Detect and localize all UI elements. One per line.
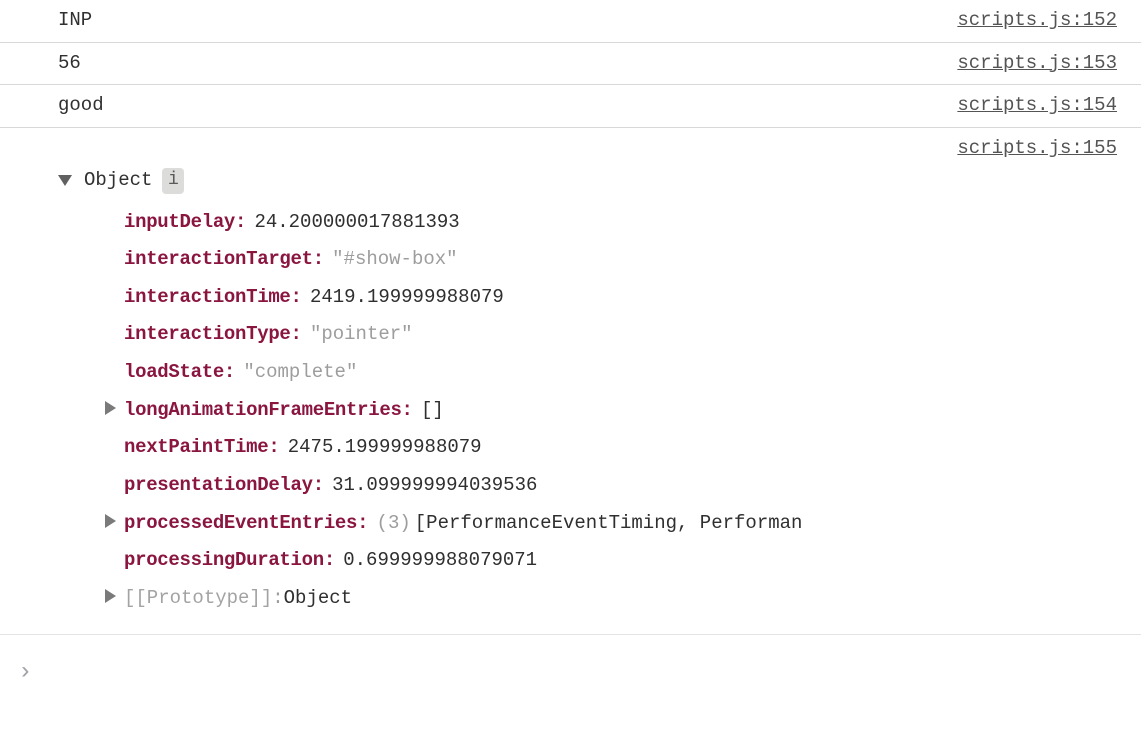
prop-key: longAnimationFrameEntries [124, 398, 402, 424]
prop-key: processedEventEntries [124, 511, 357, 537]
prop-value: "#show-box" [332, 247, 457, 273]
chevron-right-icon [105, 514, 116, 528]
prop-value: 2419.199999988079 [310, 285, 504, 311]
source-link[interactable]: scripts.js:154 [957, 93, 1117, 119]
log-message: good [58, 93, 104, 119]
prop-key: loadState [124, 360, 224, 386]
prop-key: interactionType [124, 322, 291, 348]
info-icon[interactable]: i [162, 168, 184, 194]
prop-row: interactionTime: 2419.199999988079 [98, 279, 1117, 317]
prop-key: nextPaintTime [124, 435, 268, 461]
prop-key: inputDelay [124, 210, 235, 236]
prop-key: processingDuration [124, 548, 324, 574]
prop-value: [] [421, 398, 444, 424]
prop-key: presentationDelay [124, 473, 313, 499]
prop-row: nextPaintTime: 2475.199999988079 [98, 429, 1117, 467]
prop-value: 2475.199999988079 [288, 435, 482, 461]
source-link[interactable]: scripts.js:155 [957, 136, 1117, 162]
log-message: INP [58, 8, 92, 34]
prop-key: interactionTarget [124, 247, 313, 273]
prop-row[interactable]: processedEventEntries: (3) [PerformanceE… [98, 505, 1117, 543]
log-message: 56 [58, 51, 81, 77]
prompt-caret-icon: › [18, 659, 32, 686]
prop-value: "pointer" [310, 322, 413, 348]
prop-value: "complete" [243, 360, 357, 386]
prop-row: presentationDelay: 31.099999994039536 [98, 467, 1117, 505]
prop-value: 24.200000017881393 [254, 210, 459, 236]
prop-row[interactable]: longAnimationFrameEntries: [] [98, 392, 1117, 430]
object-header[interactable]: Object i [58, 168, 1117, 194]
log-row: 56 scripts.js:153 [0, 43, 1141, 86]
prop-row: processingDuration: 0.699999988079071 [98, 542, 1117, 580]
console-prompt[interactable]: › [0, 635, 1141, 699]
prototype-value: Object [284, 586, 352, 612]
log-row: INP scripts.js:152 [0, 0, 1141, 43]
log-row: good scripts.js:154 [0, 85, 1141, 128]
object-label: Object [84, 168, 152, 194]
prop-key: interactionTime [124, 285, 291, 311]
prop-row: interactionType: "pointer" [98, 316, 1117, 354]
object-properties: inputDelay: 24.200000017881393 interacti… [58, 204, 1117, 618]
chevron-right-icon [105, 589, 116, 603]
source-link[interactable]: scripts.js:153 [957, 51, 1117, 77]
prop-row: inputDelay: 24.200000017881393 [98, 204, 1117, 242]
object-log: scripts.js:155 Object i inputDelay: 24.2… [0, 128, 1141, 635]
array-preview: [PerformanceEventTiming, Performan [415, 511, 803, 537]
source-link[interactable]: scripts.js:152 [957, 8, 1117, 34]
prop-row: interactionTarget: "#show-box" [98, 241, 1117, 279]
chevron-right-icon [105, 401, 116, 415]
prototype-key: [[Prototype]] [124, 586, 272, 612]
prop-row[interactable]: [[Prototype]]: Object [98, 580, 1117, 618]
prop-value: 31.099999994039536 [332, 473, 537, 499]
chevron-down-icon [58, 175, 72, 186]
array-count: (3) [377, 511, 411, 537]
prop-value: 0.699999988079071 [343, 548, 537, 574]
prop-row: loadState: "complete" [98, 354, 1117, 392]
